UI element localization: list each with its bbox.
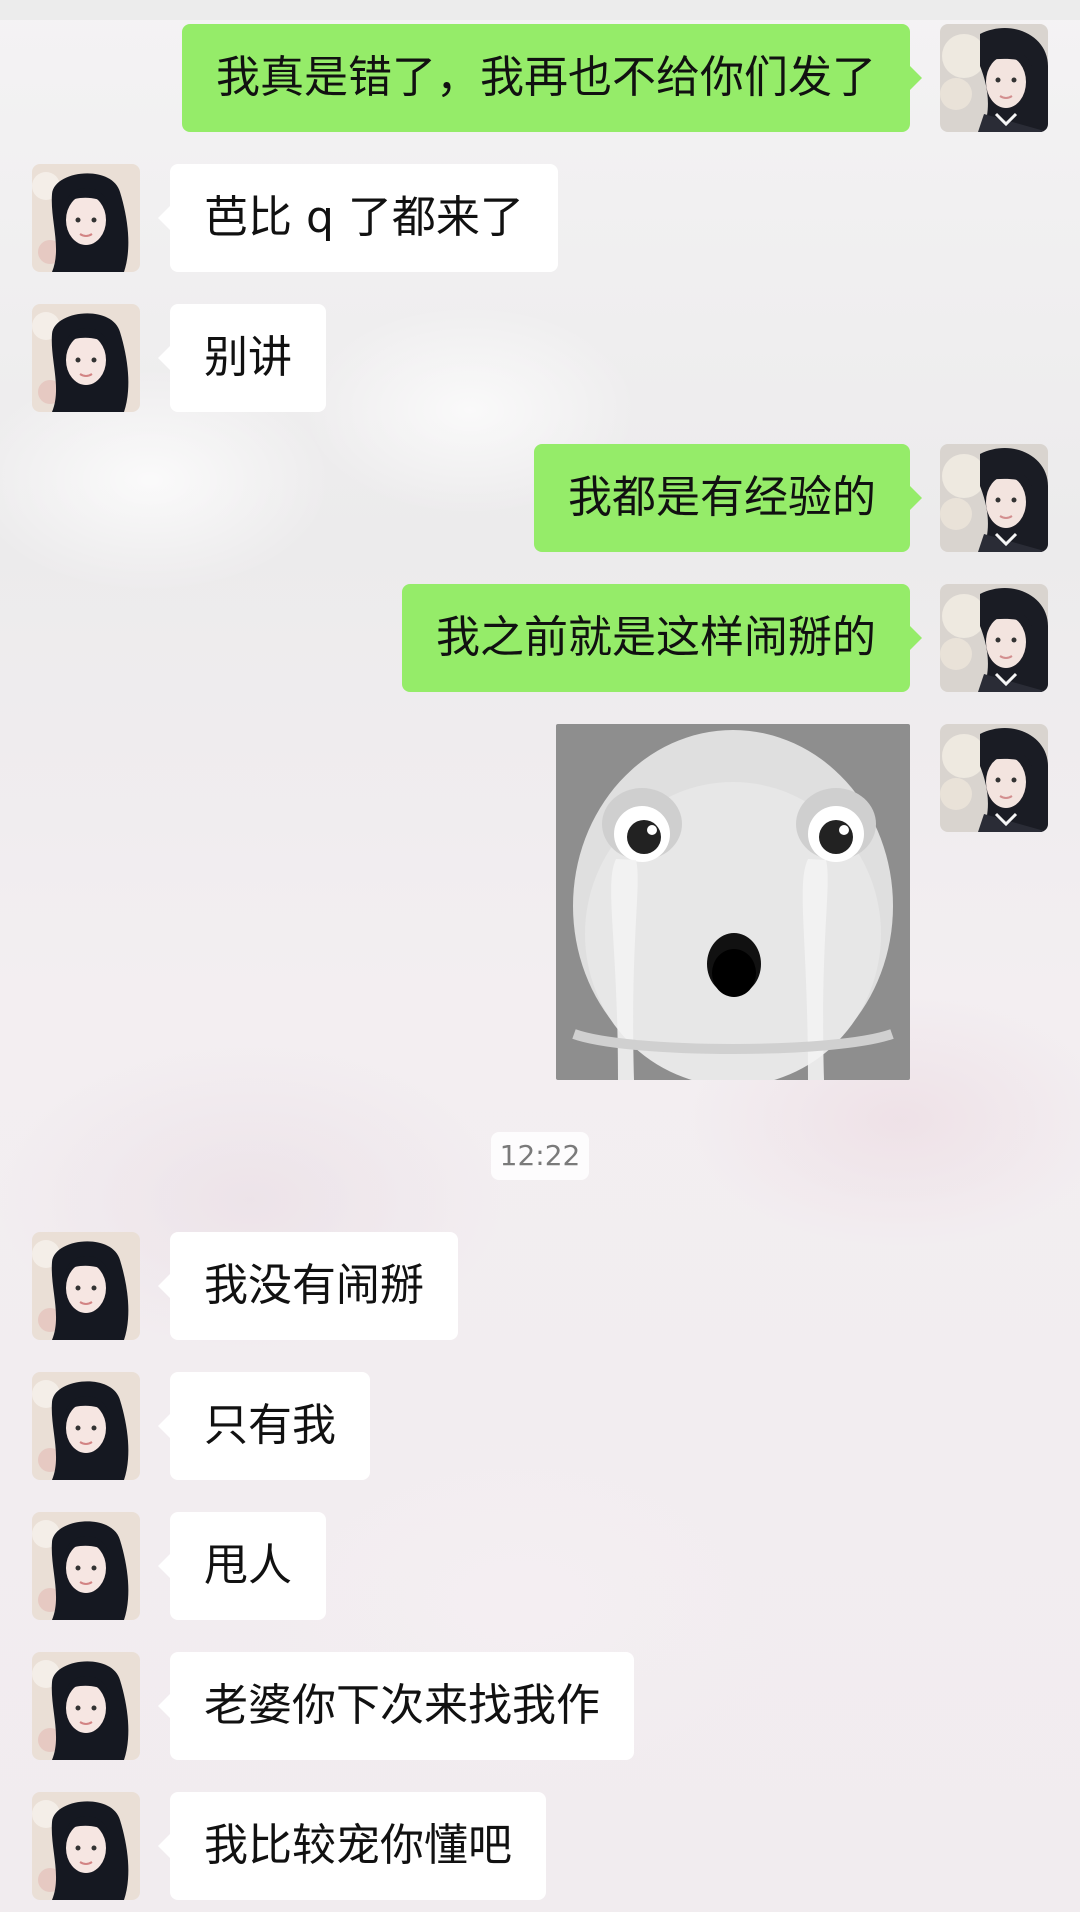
girl-profile-avatar-icon <box>32 1792 140 1900</box>
girl-profile-avatar-icon <box>32 1652 140 1760</box>
girl-profile-avatar-icon <box>32 1512 140 1620</box>
message-bubble[interactable]: 我之前就是这样闹掰的 <box>402 584 922 692</box>
girl-profile-avatar-icon <box>940 584 1048 692</box>
message-row-outgoing: 我真是错了，我再也不给你们发了 <box>0 24 1080 132</box>
contact-avatar[interactable] <box>32 1232 140 1340</box>
self-avatar[interactable] <box>940 584 1048 692</box>
self-avatar[interactable] <box>940 444 1048 552</box>
message-bubble[interactable]: 别讲 <box>158 304 326 412</box>
message-bubble[interactable]: 只有我 <box>158 1372 370 1480</box>
self-avatar[interactable] <box>940 724 1048 832</box>
self-avatar[interactable] <box>940 24 1048 132</box>
message-bubble[interactable]: 我都是有经验的 <box>534 444 922 552</box>
top-status-strip <box>0 0 1080 20</box>
message-row-outgoing: 我都是有经验的 <box>0 444 1080 552</box>
message-bubble[interactable]: 我比较宠你懂吧 <box>158 1792 546 1900</box>
girl-profile-avatar-icon <box>940 444 1048 552</box>
girl-profile-avatar-icon <box>32 304 140 412</box>
message-row-incoming: 只有我 <box>0 1372 1080 1480</box>
message-row-incoming: 我比较宠你懂吧 <box>0 1792 1080 1900</box>
contact-avatar[interactable] <box>32 164 140 272</box>
message-bubble[interactable]: 我没有闹掰 <box>158 1232 458 1340</box>
crying-white-character-sticker-image <box>556 724 910 1080</box>
message-row-incoming: 老婆你下次来找我作 <box>0 1652 1080 1760</box>
message-row-incoming: 甩人 <box>0 1512 1080 1620</box>
message-bubble[interactable]: 甩人 <box>158 1512 326 1620</box>
contact-avatar[interactable] <box>32 304 140 412</box>
girl-profile-avatar-icon <box>32 1372 140 1480</box>
message-row-outgoing-sticker <box>0 724 1080 1080</box>
contact-avatar[interactable] <box>32 1792 140 1900</box>
girl-profile-avatar-icon <box>940 24 1048 132</box>
contact-avatar[interactable] <box>32 1652 140 1760</box>
message-row-incoming: 芭比 q 了都来了 <box>0 164 1080 272</box>
girl-profile-avatar-icon <box>32 164 140 272</box>
contact-avatar[interactable] <box>32 1512 140 1620</box>
message-row-incoming: 我没有闹掰 <box>0 1232 1080 1340</box>
crying-white-character-sticker[interactable] <box>556 724 910 1080</box>
time-divider: 12:22 <box>491 1132 589 1180</box>
message-row-outgoing: 我之前就是这样闹掰的 <box>0 584 1080 692</box>
message-bubble[interactable]: 老婆你下次来找我作 <box>158 1652 634 1760</box>
message-bubble[interactable]: 芭比 q 了都来了 <box>158 164 558 272</box>
contact-avatar[interactable] <box>32 1372 140 1480</box>
girl-profile-avatar-icon <box>940 724 1048 832</box>
girl-profile-avatar-icon <box>32 1232 140 1340</box>
message-row-incoming: 别讲 <box>0 304 1080 412</box>
message-bubble[interactable]: 我真是错了，我再也不给你们发了 <box>182 24 922 132</box>
